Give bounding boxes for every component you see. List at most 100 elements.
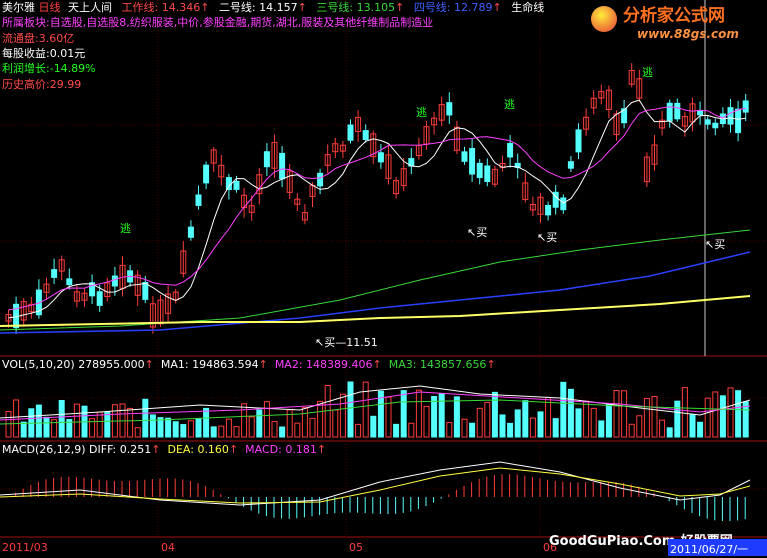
volume-bar bbox=[362, 381, 369, 438]
volume-bar bbox=[636, 415, 643, 438]
candle-body bbox=[111, 275, 118, 287]
escape-signal-2: 逃 bbox=[416, 106, 427, 119]
candle-body bbox=[545, 204, 552, 216]
life-line bbox=[0, 295, 751, 327]
eps-row: 每股收益:0.01元 bbox=[2, 47, 85, 60]
buy-label-1: 买 bbox=[324, 336, 336, 349]
candle-body bbox=[203, 164, 210, 184]
low-price-label: 11.51 bbox=[346, 336, 378, 349]
buy-signal-1: ↖买—11.51 bbox=[315, 336, 378, 349]
volume-bar bbox=[203, 407, 210, 438]
line4-label: 四号线: bbox=[413, 1, 451, 14]
logo-ball-icon bbox=[591, 6, 617, 32]
volume-ma3: MA3: 143857.656 bbox=[388, 358, 487, 371]
volume-bar bbox=[674, 400, 681, 438]
date-label-1: 2011/03 bbox=[2, 541, 48, 554]
volume-bar bbox=[689, 414, 696, 438]
candle-body bbox=[712, 122, 719, 129]
volume-bar bbox=[552, 418, 559, 438]
volume-bar bbox=[317, 400, 324, 438]
float-label: 流通盘: bbox=[2, 32, 39, 45]
candle-body bbox=[484, 165, 491, 182]
macd-histogram bbox=[0, 461, 751, 522]
volume-bar bbox=[537, 411, 544, 438]
volume-bar bbox=[560, 381, 567, 438]
volume-header: VOL(5,10,20) 278955.000↑, MA1: 194863.59… bbox=[2, 358, 496, 371]
volume-bar bbox=[339, 393, 346, 438]
candle-body bbox=[697, 110, 704, 116]
line4-arrow: ↑ bbox=[492, 1, 502, 14]
escape-signal-3: 逃 bbox=[504, 98, 515, 111]
volume-bar bbox=[271, 421, 278, 438]
volume-bar bbox=[408, 422, 415, 438]
header-row: 美尔雅 日线 天上人间 工作线: 14.346↑ 二号线: 14.157↑ 三号… bbox=[2, 1, 544, 14]
volume-bar bbox=[355, 423, 362, 438]
volume-bar bbox=[529, 417, 536, 438]
volume-bar bbox=[666, 427, 673, 438]
volume-bar bbox=[567, 388, 574, 438]
volume-bar bbox=[727, 387, 734, 438]
volume-bar bbox=[431, 396, 438, 438]
date-label-3: 05 bbox=[349, 541, 363, 554]
volume-bar bbox=[172, 421, 179, 438]
candle-body bbox=[446, 102, 453, 116]
macd-dea: DEA: 0.160 bbox=[167, 443, 229, 456]
volume-bar bbox=[628, 423, 635, 438]
candle-body bbox=[96, 291, 103, 306]
volume-bar bbox=[393, 423, 400, 438]
volume-ma2: MA2: 148389.406 bbox=[274, 358, 373, 371]
volume-bar bbox=[347, 381, 354, 438]
volume-ma3-arrow: ↑ bbox=[486, 358, 496, 371]
volume-value: 278955.000 bbox=[78, 358, 145, 371]
volume-bar bbox=[438, 393, 445, 438]
volume-bars bbox=[0, 381, 751, 438]
volume-arrow: ↑ bbox=[144, 358, 154, 371]
buy-signal-4: ↖买 bbox=[705, 238, 726, 251]
candle-body bbox=[263, 151, 270, 168]
candle-body bbox=[362, 130, 369, 140]
volume-bar bbox=[651, 396, 658, 438]
high-label: 历史高价: bbox=[2, 78, 50, 91]
line4-value: 12.789 bbox=[454, 1, 493, 14]
volume-bar bbox=[499, 414, 506, 438]
volume-bar bbox=[605, 404, 612, 438]
diff-line bbox=[0, 461, 751, 506]
line2-value: 14.157 bbox=[259, 1, 298, 14]
candle-body bbox=[66, 278, 73, 286]
volume-bar bbox=[96, 411, 103, 438]
candlestick-series bbox=[5, 63, 749, 334]
eps-label: 每股收益: bbox=[2, 47, 50, 60]
volume-bar bbox=[294, 422, 301, 438]
candle-body bbox=[567, 161, 574, 169]
volume-bar bbox=[643, 397, 650, 438]
volume-bar bbox=[507, 422, 514, 438]
stock-name[interactable]: 美尔雅 bbox=[2, 1, 35, 14]
stock-chart[interactable] bbox=[0, 0, 767, 558]
candle-body bbox=[666, 102, 673, 122]
candle-body bbox=[735, 108, 742, 134]
volume-bar bbox=[309, 417, 316, 438]
period-label[interactable]: 日线 bbox=[39, 1, 61, 14]
formula-name[interactable]: 天上人间 bbox=[68, 1, 112, 14]
brand-url: www.88gs.com bbox=[637, 27, 739, 41]
volume-bar bbox=[149, 414, 156, 438]
line1-label: 工作线: bbox=[121, 1, 159, 14]
volume-bar bbox=[522, 400, 529, 438]
candle-body bbox=[195, 194, 202, 206]
buy-signal-3: ↖买 bbox=[537, 231, 558, 244]
current-date: 2011/06/27/一 bbox=[670, 543, 749, 556]
volume-bar bbox=[575, 408, 582, 438]
macd-diff: DIFF: 0.251 bbox=[89, 443, 152, 456]
volume-bar bbox=[704, 397, 711, 438]
volume-bar bbox=[712, 391, 719, 438]
ma-line-1 bbox=[8, 99, 746, 319]
candle-body bbox=[507, 142, 514, 158]
volume-bar bbox=[423, 405, 430, 438]
volume-bar bbox=[415, 389, 422, 438]
sector-row: 所属板块:自选股,自选股8,纺织服装,中价,参股金融,期货,湖北,服装及其他纤维… bbox=[2, 16, 433, 29]
volume-bar bbox=[697, 421, 704, 438]
sector-label: 所属板块: bbox=[2, 16, 50, 29]
volume-bar bbox=[157, 417, 164, 438]
candle-body bbox=[742, 100, 749, 113]
candle-body bbox=[347, 124, 354, 141]
